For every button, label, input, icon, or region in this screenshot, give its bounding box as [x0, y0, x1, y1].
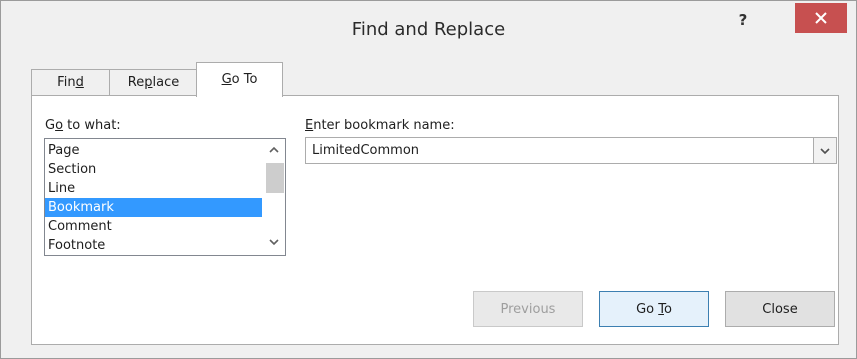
listbox-scrollbar[interactable] [263, 139, 285, 255]
tab-find[interactable]: Find [31, 69, 110, 96]
list-item-footnote[interactable]: Footnote [45, 236, 262, 255]
goto-what-label: Go to what: [45, 118, 121, 133]
previous-button[interactable]: Previous [473, 291, 583, 327]
close-window-button[interactable] [795, 3, 847, 33]
tab-replace-label: Replace [127, 75, 180, 90]
help-button[interactable]: ? [725, 7, 761, 33]
tab-goto[interactable]: Go To [196, 62, 283, 97]
goto-what-listbox[interactable]: Page Section Line Bookmark Comment Footn… [44, 138, 286, 256]
tab-replace[interactable]: Replace [109, 69, 198, 96]
bookmark-name-value[interactable]: LimitedCommon [312, 138, 419, 163]
goto-what-list: Page Section Line Bookmark Comment Footn… [45, 141, 262, 255]
list-item-page[interactable]: Page [45, 141, 262, 160]
find-replace-dialog: Find and Replace ? Find Replace Go To Go… [0, 0, 857, 359]
list-item-comment[interactable]: Comment [45, 217, 262, 236]
close-button[interactable]: Close [725, 291, 835, 327]
goto-button-label: Go To [636, 302, 672, 317]
list-item-line[interactable]: Line [45, 179, 262, 198]
bookmark-name-label: Enter bookmark name: [305, 118, 455, 133]
chevron-down-icon[interactable] [268, 237, 280, 247]
chevron-up-icon[interactable] [268, 145, 280, 155]
close-icon [815, 12, 827, 24]
scrollbar-thumb[interactable] [266, 163, 284, 193]
chevron-down-icon [820, 148, 830, 155]
tab-find-label: Find [57, 75, 84, 90]
bookmark-dropdown-button[interactable] [813, 138, 836, 163]
list-item-bookmark[interactable]: Bookmark [45, 198, 262, 217]
list-item-section[interactable]: Section [45, 160, 262, 179]
bookmark-name-combobox[interactable]: LimitedCommon [305, 137, 837, 164]
tab-goto-label: Go To [221, 72, 258, 87]
title-bar: Find and Replace ? [1, 1, 856, 49]
goto-button[interactable]: Go To [599, 291, 709, 327]
